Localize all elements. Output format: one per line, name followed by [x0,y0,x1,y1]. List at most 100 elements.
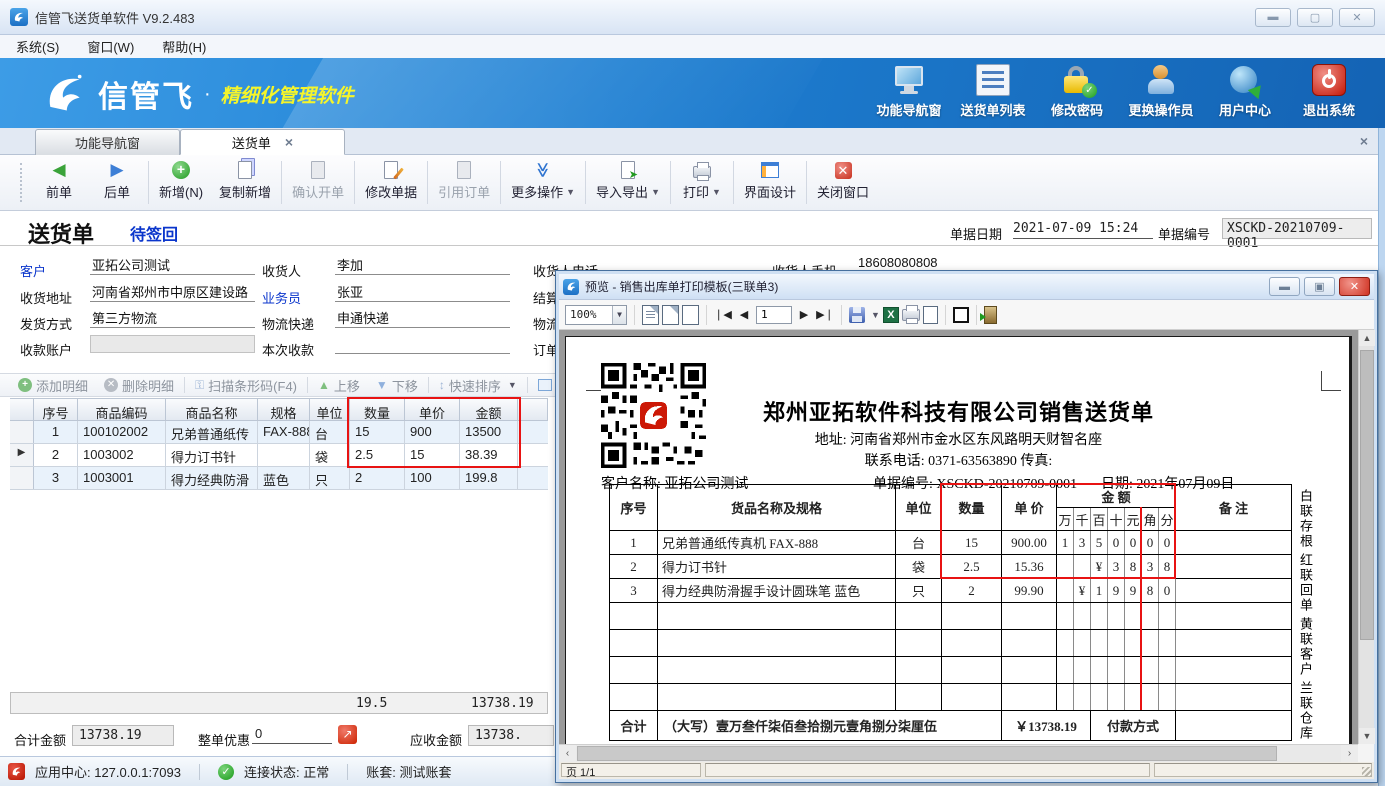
switch-operator-button[interactable]: 更换操作员 [1119,64,1203,124]
close-button[interactable]: ✕ [1339,8,1375,27]
tab-close-icon[interactable]: × [285,134,293,150]
horizontal-scrollbar[interactable]: ‹ › [559,744,1358,762]
pv-col-price: 单 价 [1002,485,1057,531]
payment-field[interactable] [335,334,510,354]
table-row[interactable]: 3 1003001 得力经典防滑 蓝色 只 2 100 199.8 [10,467,548,490]
menu-window[interactable]: 窗口(W) [87,37,134,56]
confirm-order-button[interactable]: 确认开单 [284,155,352,210]
doc-no-field: XSCKD-20210709-0001 [1222,218,1372,239]
add-new-button[interactable]: +新增(N) [151,155,211,210]
whole-page-icon[interactable] [642,305,659,325]
page-number-input[interactable] [756,306,792,324]
col-code[interactable]: 商品编码 [78,399,166,420]
address-field[interactable]: 河南省郑州市中原区建设路 [90,282,255,302]
exit-preview-icon[interactable] [984,306,997,324]
col-price[interactable]: 单价 [405,399,460,420]
discount-adjust-icon[interactable]: ↗ [338,725,357,744]
ship-method-field[interactable]: 第三方物流 [90,308,255,328]
nav-window-button[interactable]: 功能导航窗 [867,64,951,124]
user-center-button[interactable]: 用户中心 [1203,64,1287,124]
receiver-field[interactable]: 李加 [335,255,510,275]
chevron-down-icon: ▼ [612,306,626,324]
main-toolbar: ◀前单 ▶后单 +新增(N) 复制新增 确认开单 修改单据 引用订单 ≫更多操作… [0,155,1378,211]
delivery-list-button[interactable]: 送货单列表 [951,64,1035,124]
doc-date-field[interactable]: 2021-07-09 15:24 [1013,221,1153,239]
table-row[interactable]: 1 100102002 兄弟普通纸传 FAX-888 台 15 900 1350… [10,421,548,444]
prev-page-button[interactable]: ◀ [735,305,753,325]
scroll-down-icon[interactable]: ▼ [1359,728,1375,744]
scroll-up-icon[interactable]: ▲ [1359,330,1375,346]
tab-delivery-order[interactable]: 送货单 × [180,129,345,155]
menu-help[interactable]: 帮助(H) [162,37,206,56]
dialog-titlebar[interactable]: 预览 - 销售出库单打印模板(三联单3) ▬ ▣ ✕ [559,274,1374,300]
scroll-thumb[interactable] [1360,350,1374,640]
marker-column [10,399,34,420]
separator [354,161,355,204]
globe-icon [1228,64,1262,96]
scroll-right-icon[interactable]: › [1341,745,1358,762]
scroll-left-icon[interactable]: ‹ [559,745,576,762]
col-name[interactable]: 商品名称 [166,399,258,420]
brand-banner: 信管飞 · 精细化管理软件 功能导航窗 送货单列表 ✓ 修改密码 更换操作员 用… [0,58,1385,128]
resize-grip[interactable] [1362,767,1372,777]
scroll-thumb[interactable] [577,746,1277,761]
express-field[interactable]: 申通快递 [335,308,510,328]
printer-icon[interactable] [902,309,920,321]
copy-new-button[interactable]: 复制新增 [211,155,279,210]
margins-toggle-icon[interactable] [953,307,969,323]
table-row-selected[interactable]: ▶ 2 1003002 得力订书针 袋 2.5 15 38.39 [10,444,548,467]
ui-design-button[interactable]: 界面设计 [736,155,804,210]
row-marker [10,467,34,489]
next-doc-button[interactable]: ▶后单 [88,155,146,210]
last-page-button[interactable]: ▶❘ [816,305,834,325]
prev-doc-button[interactable]: ◀前单 [30,155,88,210]
toolbar-grip [20,163,24,202]
page-actual-icon[interactable] [682,305,699,325]
add-detail-button[interactable]: +添加明细 [12,376,94,395]
discount-field[interactable]: 0 [252,726,332,744]
close-window-button[interactable]: ✕关闭窗口 [809,155,877,210]
page-setup-icon[interactable] [923,306,938,324]
col-no[interactable]: 序号 [34,399,78,420]
next-page-button[interactable]: ▶ [795,305,813,325]
col-qty[interactable]: 数量 [350,399,405,420]
exit-system-button[interactable]: 退出系统 [1287,64,1371,124]
change-password-button[interactable]: ✓ 修改密码 [1035,64,1119,124]
menu-system[interactable]: 系统(S) [16,37,59,56]
zoom-select[interactable]: 100%▼ [565,305,627,325]
quick-sort-button[interactable]: ↕快速排序▼ [433,376,523,395]
tab-nav-window[interactable]: 功能导航窗 [35,129,180,155]
customer-field[interactable]: 亚拓公司测试 [90,255,255,275]
dialog-maximize-button[interactable]: ▣ [1304,277,1335,296]
save-icon[interactable] [849,307,865,323]
receiver-label: 收货人 [262,261,301,280]
edit-doc-button[interactable]: 修改单据 [357,155,425,210]
dialog-minimize-button[interactable]: ▬ [1269,277,1300,296]
move-up-button[interactable]: ▲上移 [312,376,366,395]
excel-export-icon[interactable]: X [883,307,899,323]
first-page-button[interactable]: ❘◀ [714,305,732,325]
dropdown-arrow-icon[interactable]: ▼ [871,310,880,320]
col-unit[interactable]: 单位 [310,399,350,420]
total-amount: 13738.19 [471,696,534,711]
divider [0,245,1378,246]
scan-barcode-button[interactable]: ⚿扫描条形码(F4) [189,376,303,395]
salesman-field[interactable]: 张亚 [335,282,510,302]
minimize-button[interactable]: ▬ [1255,8,1291,27]
col-spec[interactable]: 规格 [258,399,310,420]
move-down-button[interactable]: ▼下移 [370,376,424,395]
tabstrip-close-icon[interactable]: × [1360,133,1368,149]
page-width-icon[interactable] [662,305,679,325]
x-circle-icon: ✕ [104,378,118,392]
print-button[interactable]: 打印▼ [673,155,731,210]
col-amount[interactable]: 金额 [460,399,518,420]
dialog-close-button[interactable]: ✕ [1339,277,1370,296]
restore-button[interactable]: ▢ [1297,8,1333,27]
pv-empty-row [610,657,1292,684]
separator [585,161,586,204]
import-export-button[interactable]: ➤导入导出▼ [588,155,668,210]
more-actions-button[interactable]: ≫更多操作▼ [503,155,583,210]
remove-detail-button[interactable]: ✕删除明细 [98,376,180,395]
ref-order-button[interactable]: 引用订单 [430,155,498,210]
vertical-scrollbar[interactable]: ▲ ▼ [1358,330,1374,744]
